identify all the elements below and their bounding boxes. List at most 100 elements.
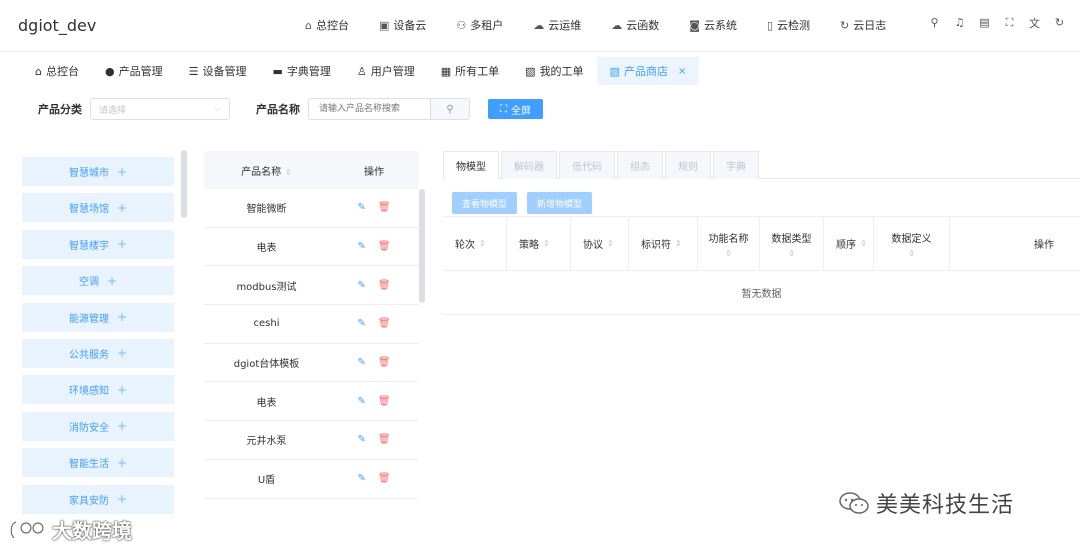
sort-icon[interactable]: ⇕ bbox=[860, 239, 867, 248]
home-icon: ⌂ bbox=[35, 64, 42, 78]
edit-icon[interactable]: ✎ bbox=[357, 473, 365, 484]
tab-thing-model[interactable]: 物模型 bbox=[443, 151, 499, 179]
table-row[interactable]: dgiot台体模板 ✎ 🗑 bbox=[204, 344, 419, 383]
plus-icon[interactable]: + bbox=[117, 237, 127, 251]
sort-icon[interactable]: ⇕ bbox=[675, 239, 682, 248]
table-row[interactable]: 电表 ✎ 🗑 bbox=[204, 228, 419, 267]
tab-product-store[interactable]: ▧ 产品商店 × bbox=[596, 57, 700, 85]
nav-console[interactable]: ⌂ 总控台 bbox=[305, 17, 349, 33]
tab-all-tickets[interactable]: ▦ 所有工单 bbox=[428, 57, 512, 85]
plus-icon[interactable]: + bbox=[117, 419, 127, 433]
tab-topology[interactable]: 组态 bbox=[617, 151, 663, 179]
category-scrollbar[interactable] bbox=[181, 150, 187, 218]
table-row[interactable]: 电表 ✎ 🗑 bbox=[204, 382, 419, 422]
sort-icon[interactable]: ⇕ bbox=[607, 239, 614, 248]
edit-icon[interactable]: ✎ bbox=[357, 396, 365, 407]
fullscreen-button[interactable]: ⛶ 全屏 bbox=[488, 99, 543, 119]
product-search-input[interactable] bbox=[308, 98, 430, 120]
refresh-icon[interactable]: ↻ bbox=[1053, 16, 1066, 29]
plus-icon[interactable]: + bbox=[117, 201, 127, 215]
plus-icon[interactable]: + bbox=[117, 492, 127, 506]
sort-icon[interactable]: ⇕ bbox=[543, 239, 550, 248]
plus-icon[interactable]: + bbox=[117, 165, 127, 179]
delete-icon[interactable]: 🗑 bbox=[378, 434, 391, 445]
translate-icon[interactable]: 文 bbox=[1028, 16, 1041, 30]
tab-product-management[interactable]: ● 产品管理 bbox=[92, 57, 176, 85]
col-function-name[interactable]: 功能名称 ⇕ bbox=[698, 216, 760, 271]
nav-cloud-log[interactable]: ↻ 云日志 bbox=[840, 17, 886, 33]
add-thing-model-button[interactable]: 新增物模型 bbox=[527, 192, 593, 214]
category-item[interactable]: 空调 + bbox=[22, 266, 174, 296]
delete-icon[interactable]: 🗑 bbox=[378, 280, 391, 291]
tab-dictionary-management[interactable]: ▬ 字典管理 bbox=[259, 57, 343, 85]
search-button[interactable]: ⚲ bbox=[430, 98, 470, 120]
tab-low-code[interactable]: 低代码 bbox=[559, 151, 615, 179]
delete-icon[interactable]: 🗑 bbox=[378, 318, 391, 329]
category-select[interactable]: 请选择 ⌵ bbox=[90, 98, 230, 120]
col-order[interactable]: 顺序 ⇕ bbox=[824, 216, 874, 271]
plus-icon[interactable]: + bbox=[117, 383, 127, 397]
col-strategy[interactable]: 策略 ⇕ bbox=[507, 216, 571, 271]
product-scrollbar[interactable] bbox=[419, 189, 425, 303]
sort-icon[interactable]: ⇕ bbox=[788, 249, 795, 258]
tab-rules[interactable]: 规则 bbox=[665, 151, 711, 179]
category-item[interactable]: 智慧场馆 + bbox=[22, 193, 174, 223]
sort-icon[interactable]: ⇕ bbox=[285, 168, 292, 177]
tab-my-tickets[interactable]: ▧ 我的工单 bbox=[512, 57, 596, 85]
sort-icon[interactable]: ⇕ bbox=[479, 239, 486, 248]
category-item[interactable]: 环境感知 + bbox=[22, 375, 174, 405]
category-item[interactable]: 家具安防 + bbox=[22, 484, 174, 514]
col-identifier[interactable]: 标识符 ⇕ bbox=[629, 216, 698, 271]
col-data-definition[interactable]: 数据定义 ⇕ bbox=[874, 216, 950, 271]
tab-decoder[interactable]: 解码器 bbox=[501, 151, 557, 179]
tab-console[interactable]: ⌂ 总控台 bbox=[22, 57, 92, 85]
category-item[interactable]: 智慧城市 + bbox=[22, 157, 174, 186]
plus-icon[interactable]: + bbox=[117, 456, 127, 470]
bell-icon[interactable]: ♫ bbox=[953, 16, 966, 29]
fullscreen-icon[interactable]: ⛶ bbox=[1003, 16, 1016, 29]
category-item[interactable]: 智能生活 + bbox=[22, 448, 174, 478]
sort-icon[interactable]: ⇕ bbox=[725, 249, 732, 258]
plus-icon[interactable]: + bbox=[117, 346, 127, 360]
sort-icon[interactable]: ⇕ bbox=[908, 249, 915, 258]
delete-icon[interactable]: 🗑 bbox=[378, 396, 391, 407]
table-row[interactable]: modbus测试 ✎ 🗑 bbox=[204, 266, 419, 306]
col-product-name[interactable]: 产品名称 ⇕ bbox=[204, 163, 329, 178]
category-item[interactable]: 智慧楼宇 + bbox=[22, 229, 174, 259]
delete-icon[interactable]: 🗑 bbox=[378, 241, 391, 252]
nav-cloud-system[interactable]: ◙ 云系统 bbox=[689, 17, 737, 33]
table-row[interactable]: 智能微断 ✎ 🗑 bbox=[204, 189, 419, 228]
category-item[interactable]: 公共服务 + bbox=[22, 338, 174, 368]
tab-device-management[interactable]: ☰ 设备管理 bbox=[176, 57, 260, 85]
tab-dictionary[interactable]: 字典 bbox=[713, 151, 759, 179]
edit-icon[interactable]: ✎ bbox=[357, 280, 365, 291]
col-round[interactable]: 轮次 ⇕ bbox=[443, 216, 507, 271]
edit-icon[interactable]: ✎ bbox=[357, 434, 365, 445]
edit-icon[interactable]: ✎ bbox=[357, 318, 365, 329]
nav-device-cloud[interactable]: ▣ 设备云 bbox=[379, 17, 426, 33]
table-row[interactable]: U盾 ✎ 🗑 bbox=[204, 460, 419, 499]
nav-cloud-check[interactable]: ▯ 云检测 bbox=[767, 17, 810, 33]
nav-cloud-function[interactable]: ☁ 云函数 bbox=[611, 17, 659, 33]
plus-icon[interactable]: + bbox=[107, 274, 117, 288]
close-icon[interactable]: × bbox=[678, 66, 686, 77]
table-row[interactable]: ceshi ✎ 🗑 bbox=[204, 305, 419, 344]
edit-icon[interactable]: ✎ bbox=[357, 241, 365, 252]
view-thing-model-button[interactable]: 查看物模型 bbox=[452, 192, 518, 214]
nav-multi-tenant[interactable]: ⚇ 多租户 bbox=[456, 17, 503, 33]
plus-icon[interactable]: + bbox=[117, 310, 127, 324]
tree-icon[interactable]: ⚲ bbox=[928, 16, 941, 29]
edit-icon[interactable]: ✎ bbox=[357, 357, 365, 368]
delete-icon[interactable]: 🗑 bbox=[378, 473, 391, 484]
delete-icon[interactable]: 🗑 bbox=[378, 357, 391, 368]
edit-icon[interactable]: ✎ bbox=[357, 202, 365, 213]
category-item[interactable]: 能源管理 + bbox=[22, 302, 174, 332]
category-item[interactable]: 消防安全 + bbox=[22, 411, 174, 441]
tab-user-management[interactable]: ♙ 用户管理 bbox=[344, 57, 428, 85]
nav-cloud-ops[interactable]: ☁ 云运维 bbox=[533, 17, 581, 33]
col-data-type[interactable]: 数据类型 ⇕ bbox=[760, 216, 824, 271]
delete-icon[interactable]: 🗑 bbox=[378, 202, 391, 213]
col-protocol[interactable]: 协议 ⇕ bbox=[571, 216, 629, 271]
table-row[interactable]: 元井水泵 ✎ 🗑 bbox=[204, 421, 419, 460]
doc-icon[interactable]: ▤ bbox=[978, 16, 991, 29]
